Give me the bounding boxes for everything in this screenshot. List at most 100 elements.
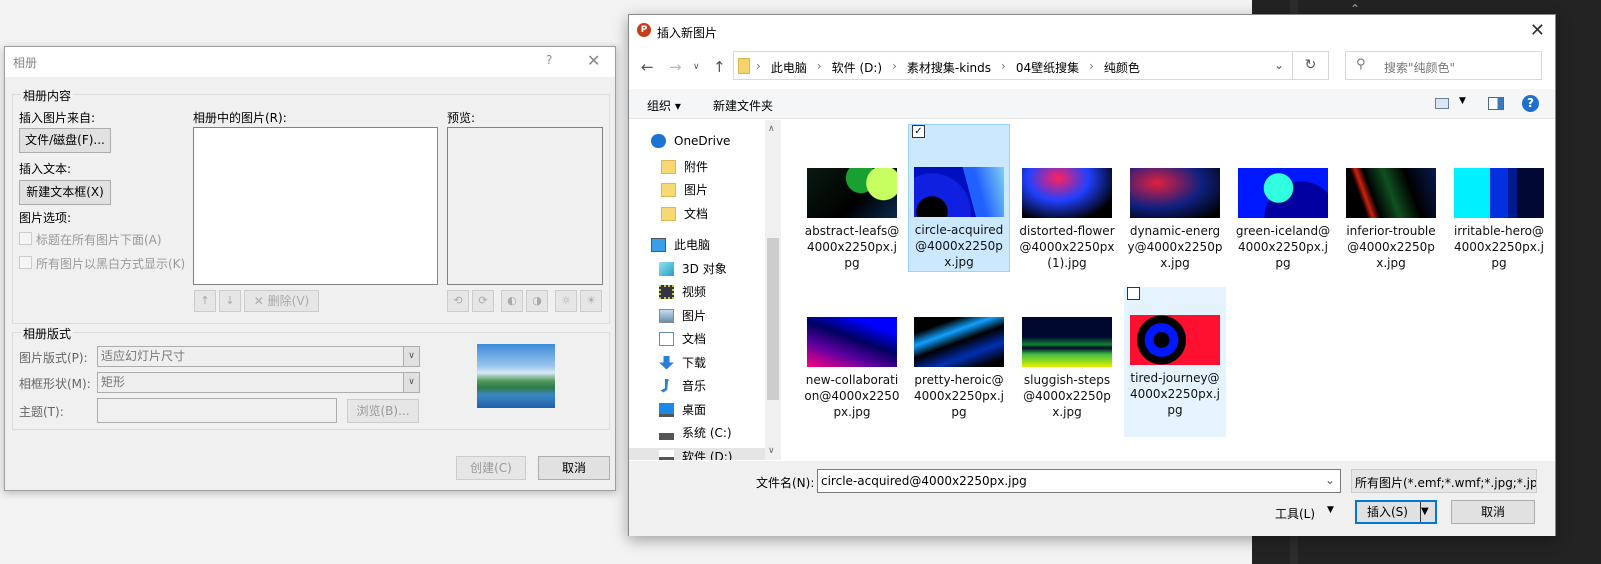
file-tile[interactable]: distorted-flower@4000x2250px (1).jpg (1016, 168, 1118, 271)
create-button[interactable]: 创建(C) (456, 456, 526, 480)
view-options-icon[interactable] (1435, 98, 1449, 109)
file-thumbnail (807, 168, 897, 218)
3d-objects-icon (659, 261, 674, 276)
file-thumbnail (807, 317, 897, 367)
file-tile[interactable]: abstract-leafs@4000x2250px.jpg (801, 168, 903, 271)
theme-input[interactable] (97, 398, 337, 423)
pictures-list[interactable] (193, 127, 438, 285)
breadcrumb-item[interactable]: 素材搜集-kinds (907, 59, 991, 76)
preview-pane-icon[interactable] (1488, 97, 1504, 110)
file-thumbnail (1130, 168, 1220, 218)
nav-item[interactable]: 下载 (659, 354, 706, 371)
video-icon (659, 284, 674, 299)
tile-checkbox[interactable] (1127, 287, 1140, 300)
tools-dropdown-icon[interactable]: ▼ (1327, 505, 1334, 515)
new-textbox-button[interactable]: 新建文本框(X) (19, 180, 111, 205)
nav-item[interactable]: 图片 (659, 307, 706, 324)
contrast-down-icon[interactable]: ◑ (526, 290, 548, 312)
delete-button[interactable]: ✕ 删除(V) (244, 290, 319, 312)
file-thumbnail (1238, 168, 1328, 218)
nav-item[interactable]: 系统 (C:) (659, 424, 732, 441)
folder-icon (738, 58, 750, 74)
tools-button[interactable]: 工具(L) (1275, 505, 1315, 522)
picture-layout-select[interactable]: 适应幻灯片尺寸 ∨ (97, 346, 420, 367)
address-bar[interactable]: › 此电脑 › 软件 (D:) › 素材搜集-kinds › 04壁纸搜集 › 纯颜色 ⌄… (733, 51, 1329, 80)
nav-item[interactable]: 文档 (661, 205, 708, 222)
preview-label: 预览: (447, 111, 476, 125)
tile-checkbox[interactable]: ✓ (912, 125, 925, 138)
insert-label: 插入(S) (1367, 505, 1408, 519)
file-tile[interactable]: sluggish-steps@4000x2250px.jpg (1016, 317, 1118, 420)
file-tile[interactable]: dynamic-energy@4000x2250px.jpg (1124, 168, 1226, 271)
nav-item[interactable]: 文档 (659, 330, 706, 347)
nav-item[interactable]: OneDrive (651, 134, 730, 148)
filename-input[interactable]: circle-acquired@4000x2250px.jpg ⌄ (817, 469, 1341, 493)
title-bar: 相册 ? ✕ (5, 47, 615, 77)
file-tile[interactable]: ✓ circle-acquired@4000x2250px.jpg (908, 124, 1010, 272)
search-input[interactable]: ⚲ 搜索"纯颜色" (1345, 51, 1542, 80)
folder-icon (661, 159, 676, 174)
help-button[interactable]: ? (1522, 95, 1539, 112)
contrast-up-icon[interactable]: ◐ (501, 290, 523, 312)
file-name: pretty-heroic@4000x2250px.jpg (913, 373, 1005, 419)
file-name: abstract-leafs@4000x2250px.jpg (804, 224, 900, 270)
file-thumbnail (1454, 168, 1544, 218)
file-disk-button[interactable]: 文件/磁盘(F)... (19, 128, 111, 153)
nav-item[interactable]: 图片 (661, 181, 708, 198)
navigation-pane: OneDrive 附件 图片 文档 此电脑 3D 对象 视频 图片 文档 下载 音乐 桌面 系统 (C:… (629, 120, 781, 460)
breadcrumb-item[interactable]: 软件 (D:) (832, 59, 882, 76)
file-tile[interactable]: green-iceland@4000x2250px.jpg (1232, 168, 1334, 271)
breadcrumb-item[interactable]: 04壁纸搜集 (1016, 59, 1079, 76)
search-icon: ⚲ (1356, 57, 1366, 72)
insert-dropdown-icon[interactable]: ▼ (1420, 502, 1435, 522)
nav-scrollbar[interactable]: ∧ ∨ (765, 120, 781, 460)
close-button[interactable]: ✕ (1530, 20, 1545, 41)
up-button[interactable]: ↑ (713, 58, 726, 76)
file-tile[interactable]: tired-journey@4000x2250px.jpg (1124, 287, 1226, 437)
file-tile[interactable]: pretty-heroic@4000x2250px.jpg (908, 317, 1010, 420)
chevron-down-icon[interactable]: ⌄ (1325, 473, 1335, 487)
nav-item-label: 桌面 (682, 403, 707, 417)
file-name: circle-acquired@4000x2250px.jpg (914, 223, 1004, 269)
move-up-button[interactable]: ↑ (194, 290, 216, 312)
black-white-checkbox[interactable] (19, 256, 32, 269)
nav-item[interactable]: 3D 对象 (659, 260, 727, 277)
filetype-select[interactable]: 所有图片(*.emf;*.wmf;*.jpg;*.jp (1351, 469, 1537, 493)
nav-item[interactable]: 视频 (659, 283, 706, 300)
picture-options-label: 图片选项: (19, 211, 72, 225)
file-tile[interactable]: irritable-hero@4000x2250px.jpg (1448, 168, 1550, 271)
close-button[interactable]: ✕ (587, 51, 600, 70)
nav-item[interactable]: 桌面 (659, 401, 706, 418)
frame-shape-select[interactable]: 矩形 ∨ (97, 372, 420, 393)
chevron-down-icon[interactable]: ⌄ (1274, 58, 1284, 72)
back-button[interactable]: ← (641, 58, 654, 76)
rotate-right-icon[interactable]: ⟳ (472, 290, 494, 312)
rotate-left-icon[interactable]: ⟲ (447, 290, 469, 312)
view-dropdown-icon[interactable]: ▼ (1459, 96, 1466, 106)
nav-item[interactable]: 附件 (661, 158, 708, 175)
caption-below-checkbox[interactable] (19, 232, 32, 245)
cancel-button[interactable]: 取消 (1451, 500, 1535, 524)
organize-button[interactable]: 组织 ▾ (647, 97, 681, 114)
browse-button[interactable]: 浏览(B)... (347, 399, 419, 423)
onedrive-icon (651, 134, 666, 148)
nav-item[interactable]: 软件 (D:) (629, 448, 765, 460)
cancel-button[interactable]: 取消 (538, 456, 610, 480)
brightness-down-icon[interactable]: ☀ (580, 290, 602, 312)
move-down-button[interactable]: ↓ (219, 290, 241, 312)
file-tile[interactable]: inferior-trouble@4000x2250px.jpg (1340, 168, 1442, 271)
breadcrumb-item[interactable]: 此电脑 (771, 59, 807, 76)
file-tile[interactable]: new-collaboration@4000x2250px.jpg (801, 317, 903, 420)
nav-item[interactable]: 此电脑 (651, 236, 710, 253)
insert-button[interactable]: 插入(S) ▼ (1355, 500, 1437, 524)
selected-value: 矩形 (101, 375, 126, 389)
insert-text-label: 插入文本: (19, 162, 72, 176)
brightness-up-icon[interactable]: ☼ (555, 290, 577, 312)
refresh-button[interactable]: ↻ (1292, 52, 1328, 79)
forward-button[interactable]: → (669, 58, 682, 76)
help-button[interactable]: ? (546, 53, 552, 67)
new-folder-button[interactable]: 新建文件夹 (713, 97, 773, 114)
nav-item[interactable]: 音乐 (659, 377, 706, 394)
breadcrumb-item[interactable]: 纯颜色 (1104, 59, 1140, 76)
recent-dropdown-icon[interactable]: ∨ (693, 62, 700, 72)
